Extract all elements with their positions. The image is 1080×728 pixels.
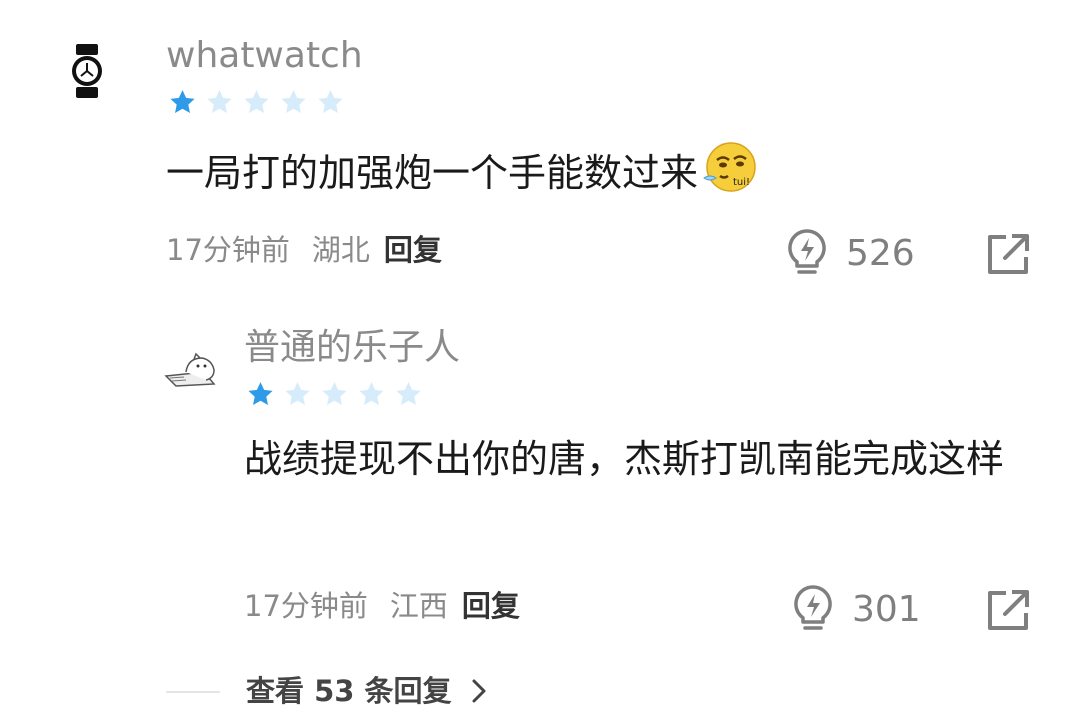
like-count: 301 bbox=[852, 589, 921, 630]
like-button[interactable]: 526 bbox=[786, 228, 915, 280]
star-empty-icon bbox=[285, 382, 310, 406]
avatar[interactable] bbox=[68, 44, 106, 98]
star-empty-icon bbox=[281, 90, 306, 114]
star-rating bbox=[246, 380, 423, 409]
star-rating bbox=[168, 88, 345, 117]
comment-text: 一局打的加强炮一个手能数过来 tui! bbox=[166, 138, 758, 218]
sketch-cat-avatar bbox=[164, 352, 216, 387]
star-empty-icon bbox=[322, 382, 347, 406]
reply-button[interactable]: 回复 bbox=[462, 592, 520, 621]
star-filled-icon bbox=[248, 382, 273, 406]
svg-text:tui!: tui! bbox=[733, 177, 750, 188]
lightbulb-lightning-icon bbox=[788, 229, 826, 274]
location: 江西 bbox=[389, 589, 448, 623]
watch-icon bbox=[72, 44, 102, 98]
view-more-label: 查看 53 条回复 bbox=[246, 673, 452, 708]
star-empty-icon bbox=[396, 382, 421, 406]
location: 湖北 bbox=[311, 233, 370, 267]
username[interactable]: 普通的乐子人 bbox=[244, 330, 460, 366]
smug-emoji: tui! bbox=[700, 140, 758, 218]
chevron-right-icon bbox=[472, 679, 486, 703]
star-empty-icon bbox=[207, 90, 232, 114]
star-empty-icon bbox=[318, 90, 343, 114]
view-more-replies-button[interactable]: 查看 53 条回复 bbox=[246, 676, 490, 706]
star-empty-icon bbox=[244, 90, 269, 114]
comment-meta: 17分钟前 湖北 回复 bbox=[166, 236, 442, 265]
share-icon bbox=[988, 590, 1029, 630]
timestamp: 17分钟前 bbox=[166, 233, 290, 267]
comment-text: 战绩提现不出你的唐，杰斯打凯南能完成这样 bbox=[244, 437, 1005, 481]
comment-text-body: 一局打的加强炮一个手能数过来 bbox=[166, 151, 699, 195]
username[interactable]: whatwatch bbox=[166, 38, 363, 74]
lightbulb-lightning-icon bbox=[794, 585, 832, 630]
timestamp: 17分钟前 bbox=[244, 589, 368, 623]
star-filled-icon bbox=[170, 90, 195, 114]
star-empty-icon bbox=[359, 382, 384, 406]
divider bbox=[166, 691, 220, 693]
like-button[interactable]: 301 bbox=[792, 584, 921, 636]
like-count: 526 bbox=[846, 233, 915, 274]
reply-button[interactable]: 回复 bbox=[384, 236, 442, 265]
share-button[interactable] bbox=[986, 588, 1032, 632]
share-button[interactable] bbox=[986, 232, 1032, 276]
share-icon bbox=[988, 234, 1029, 274]
avatar[interactable] bbox=[164, 352, 222, 388]
comment-meta: 17分钟前 江西 回复 bbox=[244, 592, 520, 621]
